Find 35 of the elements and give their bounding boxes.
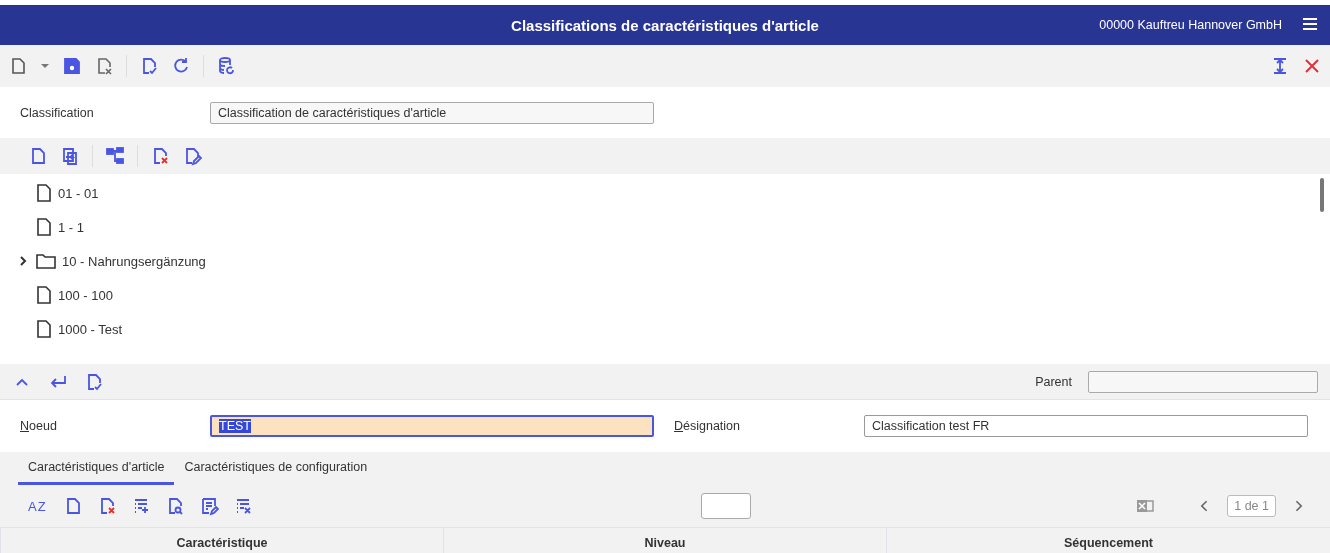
node-input-field[interactable]: TEST <box>210 415 654 437</box>
tree-item[interactable]: 100 - 100 <box>58 287 113 303</box>
caret-icon[interactable] <box>40 61 50 71</box>
classification-field[interactable]: Classification de caractéristiques d'article <box>210 101 654 124</box>
menu-icon[interactable] <box>1302 17 1318 31</box>
column-header[interactable]: Séquencement <box>886 528 1330 553</box>
page-indicator: 1 de 1 <box>1227 495 1276 517</box>
column-header[interactable]: Niveau <box>443 528 886 553</box>
tree-item[interactable]: 10 - Nahrungsergänzung <box>62 253 206 269</box>
company-name: 00000 Kauftreu Hannover GmbH <box>1099 18 1282 32</box>
database-refresh-icon[interactable] <box>216 56 236 76</box>
column-header[interactable]: Caractéristique <box>0 528 443 553</box>
node-label: Noeud <box>20 419 58 433</box>
window-title: Classifications de caractéristiques d'article <box>511 16 819 34</box>
document-icon <box>36 218 52 236</box>
tree-item[interactable]: 01 - 01 <box>58 185 99 201</box>
document-icon <box>36 320 52 338</box>
folder-icon <box>36 253 56 269</box>
document-icon <box>36 184 52 202</box>
copy-icon[interactable] <box>60 146 80 166</box>
classification-label: Classification <box>20 105 95 120</box>
tab[interactable]: Caractéristiques de configuration <box>174 452 378 485</box>
tree-item[interactable]: 1000 - Test <box>58 321 123 337</box>
hierarchy-icon[interactable] <box>105 146 125 166</box>
parent-field[interactable] <box>1088 370 1318 393</box>
designation-field[interactable]: Classification test FR <box>864 415 1308 437</box>
chevron-right-icon[interactable] <box>18 256 28 266</box>
designation-label: Désignation <box>674 419 742 433</box>
input-field[interactable] <box>700 493 751 519</box>
save-icon[interactable] <box>62 56 82 76</box>
sort-button[interactable]: AZ <box>26 498 49 514</box>
parent-label: Parent <box>1035 374 1072 389</box>
document-icon <box>36 286 52 304</box>
scrollbar[interactable] <box>1320 178 1324 212</box>
tree-item[interactable]: 1 - 1 <box>58 219 84 235</box>
